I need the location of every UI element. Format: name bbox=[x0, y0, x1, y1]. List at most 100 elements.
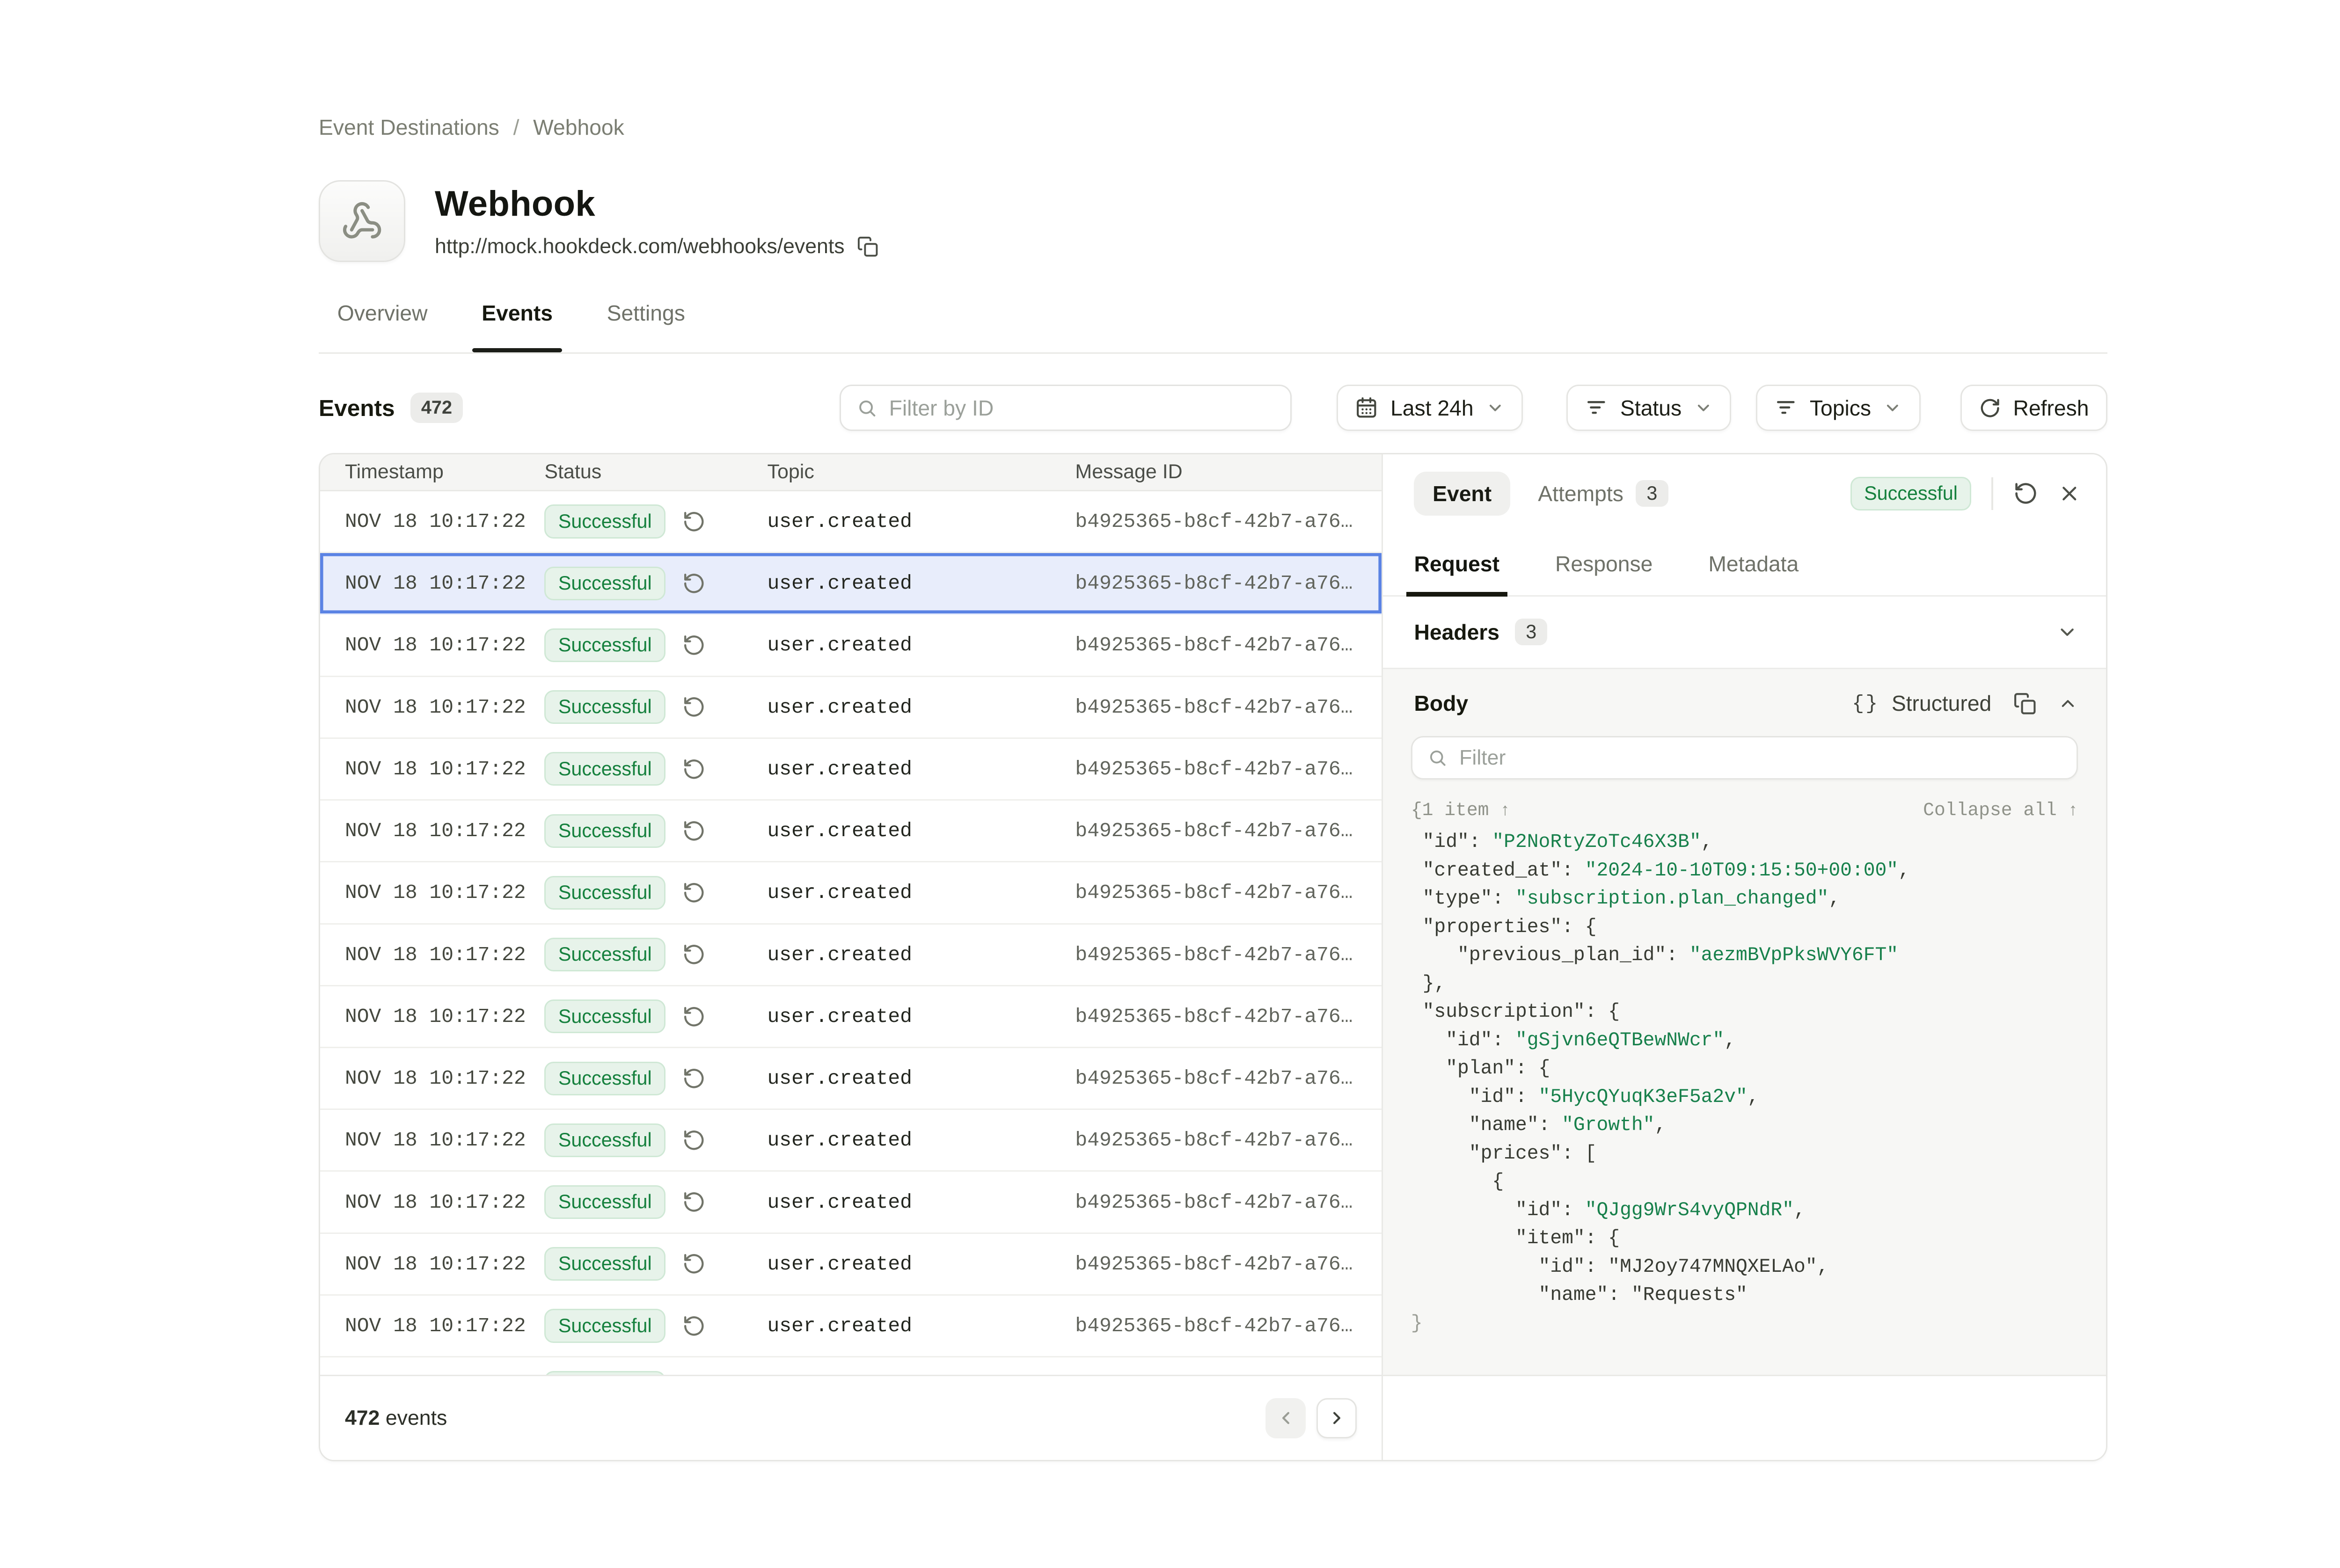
row-timestamp: NOV 18 10:17:22 bbox=[320, 696, 544, 719]
table-header: Timestamp Status Topic Message ID bbox=[320, 454, 1382, 491]
row-timestamp: NOV 18 10:17:22 bbox=[320, 634, 544, 656]
copy-icon bbox=[2013, 692, 2037, 715]
refresh-icon bbox=[1979, 397, 2001, 419]
body-filter-input[interactable] bbox=[1459, 746, 2061, 770]
json-line: } bbox=[1411, 1310, 2078, 1338]
breadcrumb-separator: / bbox=[513, 115, 519, 140]
chevron-down-icon bbox=[1883, 399, 1902, 417]
tab-response[interactable]: Response bbox=[1555, 533, 1653, 595]
tab-request[interactable]: Request bbox=[1414, 533, 1499, 595]
json-line: "name": "Growth", bbox=[1411, 1111, 2078, 1140]
row-message-id: b4925365-b8cf-42b7-a76… bbox=[1075, 1005, 1382, 1028]
row-topic: user.created bbox=[768, 1129, 1075, 1152]
row-status: Successful bbox=[544, 628, 767, 662]
retry-icon[interactable] bbox=[682, 1005, 706, 1028]
retry-icon[interactable] bbox=[682, 881, 706, 904]
table-row[interactable]: NOV 18 10:17:22 Successful user.created … bbox=[320, 1172, 1382, 1233]
table-row[interactable]: NOV 18 10:17:22 Successful user.created … bbox=[320, 1357, 1382, 1375]
status-badge: Successful bbox=[544, 628, 665, 662]
retry-icon[interactable] bbox=[682, 634, 706, 657]
table-row[interactable]: NOV 18 10:17:22 Successful user.created … bbox=[320, 1110, 1382, 1172]
time-range-label: Last 24h bbox=[1390, 395, 1474, 421]
chevron-down-icon[interactable] bbox=[2056, 621, 2078, 643]
table-row[interactable]: NOV 18 10:17:22 Successful user.created … bbox=[320, 677, 1382, 739]
headers-section[interactable]: Headers 3 bbox=[1383, 597, 2106, 669]
search-icon bbox=[857, 397, 877, 419]
tab-metadata[interactable]: Metadata bbox=[1708, 533, 1799, 595]
retry-icon[interactable] bbox=[682, 819, 706, 843]
row-status: Successful bbox=[544, 1123, 767, 1157]
status-badge: Successful bbox=[544, 1371, 665, 1375]
event-view-tab[interactable]: Event bbox=[1414, 472, 1510, 516]
braces-icon: {} bbox=[1852, 692, 1879, 715]
retry-icon[interactable] bbox=[682, 1314, 706, 1338]
retry-icon[interactable] bbox=[682, 1252, 706, 1276]
close-panel-button[interactable] bbox=[2058, 482, 2081, 505]
status-filter-button[interactable]: Status bbox=[1566, 385, 1731, 431]
list-controls: Events 472 bbox=[319, 385, 2107, 431]
status-badge: Successful bbox=[544, 567, 665, 600]
retry-icon[interactable] bbox=[682, 943, 706, 966]
table-row[interactable]: NOV 18 10:17:22 Successful user.created … bbox=[320, 615, 1382, 677]
headers-count-badge: 3 bbox=[1515, 619, 1547, 645]
breadcrumb-section[interactable]: Event Destinations bbox=[319, 115, 499, 140]
events-card: Timestamp Status Topic Message ID NOV 18… bbox=[319, 453, 2107, 1462]
page-header: Webhook http://mock.hookdeck.com/webhook… bbox=[319, 180, 2107, 262]
row-topic: user.created bbox=[768, 1253, 1075, 1276]
tab-events[interactable]: Events bbox=[482, 300, 553, 352]
row-message-id: b4925365-b8cf-42b7-a76… bbox=[1075, 572, 1382, 595]
chevron-up-icon bbox=[2058, 693, 2078, 714]
events-total-count: 472 bbox=[345, 1407, 380, 1429]
row-topic: user.created bbox=[768, 1067, 1075, 1090]
table-row[interactable]: NOV 18 10:17:22 Successful user.created … bbox=[320, 925, 1382, 986]
table-row[interactable]: NOV 18 10:17:22 Successful user.created … bbox=[320, 553, 1382, 615]
json-line: "type": "subscription.plan_changed", bbox=[1411, 885, 2078, 913]
filter-by-id-input[interactable] bbox=[889, 395, 1275, 421]
status-badge: Successful bbox=[544, 938, 665, 971]
row-message-id: b4925365-b8cf-42b7-a76… bbox=[1075, 1191, 1382, 1214]
collapse-body-button[interactable] bbox=[2058, 693, 2078, 714]
copy-url-button[interactable] bbox=[857, 236, 878, 257]
structured-toggle[interactable]: {} Structured bbox=[1852, 691, 1991, 716]
table-row[interactable]: NOV 18 10:17:22 Successful user.created … bbox=[320, 986, 1382, 1048]
row-message-id: b4925365-b8cf-42b7-a76… bbox=[1075, 943, 1382, 966]
row-message-id: b4925365-b8cf-42b7-a76… bbox=[1075, 1067, 1382, 1090]
retry-icon[interactable] bbox=[682, 758, 706, 781]
refresh-button[interactable]: Refresh bbox=[1960, 385, 2107, 431]
table-row[interactable]: NOV 18 10:17:22 Successful user.created … bbox=[320, 491, 1382, 553]
time-range-button[interactable]: Last 24h bbox=[1337, 385, 1523, 431]
tab-settings[interactable]: Settings bbox=[607, 300, 685, 352]
attempts-count-badge: 3 bbox=[1636, 480, 1668, 507]
copy-body-button[interactable] bbox=[2013, 692, 2037, 715]
row-status: Successful bbox=[544, 567, 767, 600]
table-row[interactable]: NOV 18 10:17:22 Successful user.created … bbox=[320, 1234, 1382, 1296]
json-line: "created_at": "2024-10-10T09:15:50+00:00… bbox=[1411, 857, 2078, 885]
retry-icon[interactable] bbox=[682, 572, 706, 595]
table-row[interactable]: NOV 18 10:17:22 Successful user.created … bbox=[320, 1296, 1382, 1357]
items-count-toggle[interactable]: {1 item ↑ bbox=[1411, 800, 1510, 821]
retry-icon[interactable] bbox=[682, 510, 706, 533]
json-line: "subscription": { bbox=[1411, 998, 2078, 1027]
status-badge: Successful bbox=[544, 1247, 665, 1281]
topics-filter-button[interactable]: Topics bbox=[1756, 385, 1921, 431]
divider bbox=[1991, 477, 1993, 510]
retry-icon[interactable] bbox=[682, 695, 706, 719]
breadcrumb-current[interactable]: Webhook bbox=[533, 115, 624, 140]
collapse-all-button[interactable]: Collapse all ↑ bbox=[1923, 800, 2078, 821]
next-page-button[interactable] bbox=[1316, 1398, 1357, 1438]
table-row[interactable]: NOV 18 10:17:22 Successful user.created … bbox=[320, 1048, 1382, 1110]
json-line: "properties": { bbox=[1411, 913, 2078, 942]
retry-icon[interactable] bbox=[682, 1067, 706, 1090]
prev-page-button[interactable] bbox=[1265, 1398, 1306, 1438]
retry-icon bbox=[2013, 481, 2038, 506]
table-row[interactable]: NOV 18 10:17:22 Successful user.created … bbox=[320, 862, 1382, 924]
table-row[interactable]: NOV 18 10:17:22 Successful user.created … bbox=[320, 739, 1382, 801]
tab-overview[interactable]: Overview bbox=[337, 300, 428, 352]
retry-event-button[interactable] bbox=[2013, 481, 2038, 506]
json-body-viewer[interactable]: "id": "P2NoRtyZoTc46X3B", "created_at": … bbox=[1411, 828, 2078, 1338]
json-line: "id": "P2NoRtyZoTc46X3B", bbox=[1411, 828, 2078, 857]
retry-icon[interactable] bbox=[682, 1129, 706, 1152]
table-row[interactable]: NOV 18 10:17:22 Successful user.created … bbox=[320, 801, 1382, 862]
attempts-view-tab[interactable]: Attempts 3 bbox=[1538, 480, 1668, 507]
retry-icon[interactable] bbox=[682, 1190, 706, 1214]
